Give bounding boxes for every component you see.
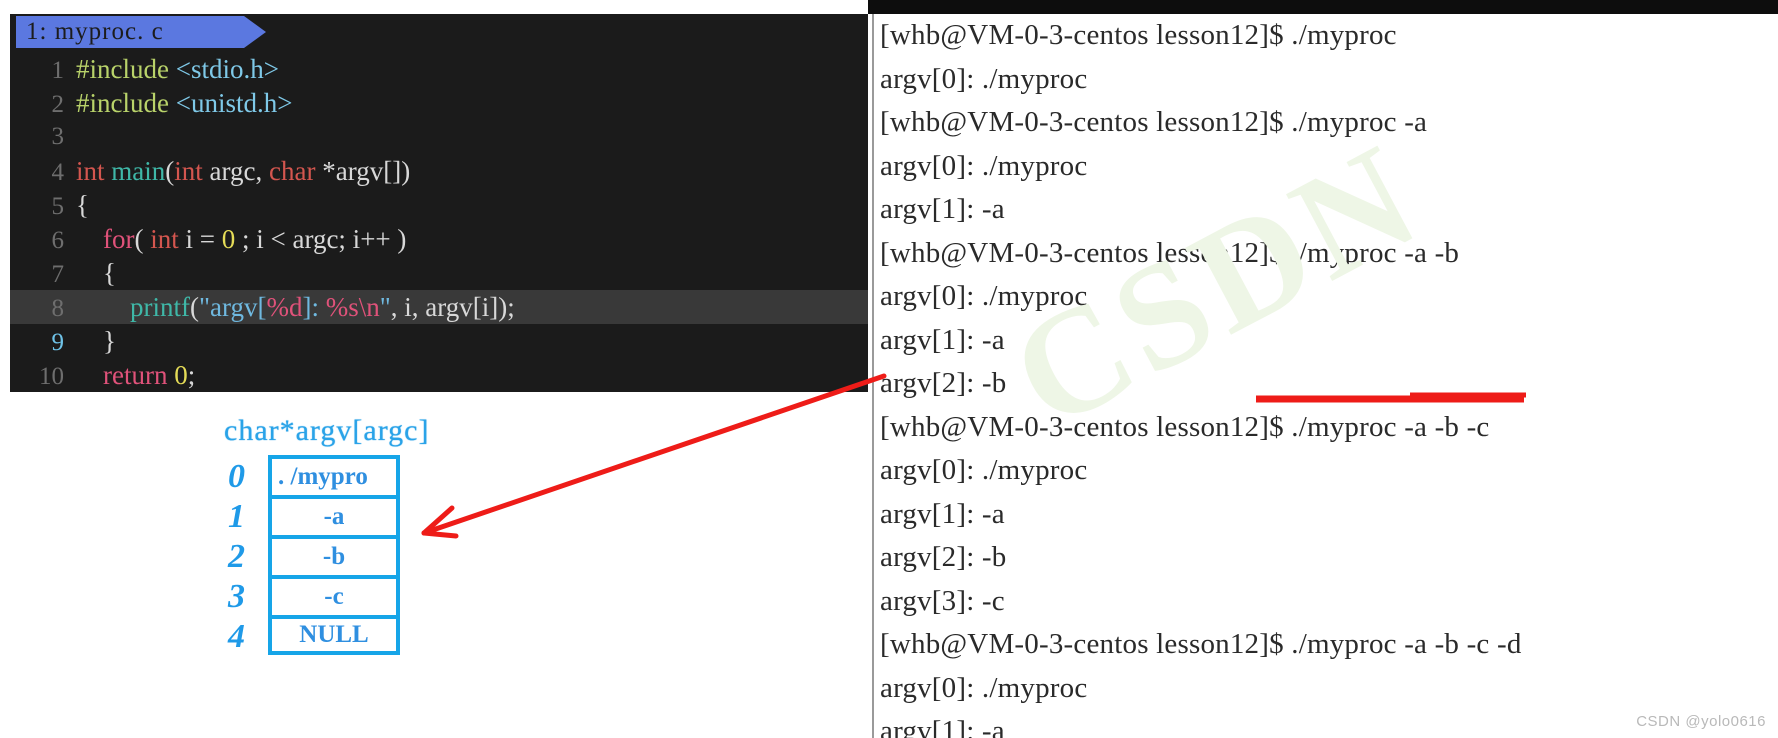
array-index-0: 0 [228,458,245,495]
line-content: { [76,258,116,288]
line-number-current: 9 [51,329,65,356]
left-pane: 1: myproc. c 1 #include <stdio.h> 2 #inc… [0,0,868,738]
terminal-line: argv[1]: -a [880,497,1005,530]
terminal-line: [whb@VM-0-3-centos lesson12]$ ./myproc -… [880,628,1522,660]
line-content: #include <unistd.h> [76,88,293,118]
line-number: 8 [51,295,65,322]
code-line: 9 } [10,324,868,358]
line-number: 1 [51,57,65,84]
terminal-output-panel[interactable]: [whb@VM-0-3-centos lesson12]$ ./myproc a… [870,14,1778,738]
array-cell: . /mypro [268,455,400,495]
terminal-line: argv[3]: -c [880,584,1005,617]
code-line: 7 { [10,256,868,290]
terminal-line: argv[0]: ./myproc [880,62,1088,95]
terminal-line: [whb@VM-0-3-centos lesson12]$ ./myproc -… [880,410,1490,443]
code-line: 4 int main(int argc, char *argv[]) [10,154,868,188]
terminal-line: [whb@VM-0-3-centos lesson12]$ ./myproc [880,19,1397,51]
code-area[interactable]: 1 #include <stdio.h> 2 #include <unistd.… [10,50,868,392]
line-number: 3 [51,123,65,150]
array-index-2: 2 [228,538,245,575]
code-line-highlighted: 8 printf("argv[%d]: %s\n", i, argv[i]); [10,290,868,324]
diagram-title: char*argv[argc] [224,414,430,447]
line-content: return 0; [103,360,196,390]
array-cell: -b [268,535,400,575]
line-number: 6 [51,227,65,254]
terminal-left-rule [872,14,874,738]
csdn-watermark: CSDN @yolo0616 [1636,713,1766,730]
line-number: 7 [51,261,65,288]
line-content: for( int i = 0 ; i < argc; i++ ) [103,224,407,254]
line-number: 10 [39,363,64,390]
terminal-line: argv[2]: -b [880,541,1007,573]
argv-diagram: char*argv[argc] 0 1 2 3 4 . /mypro -a -b… [0,392,868,738]
array-index-4: 4 [228,618,245,655]
code-line: 10 return 0; [10,358,868,392]
line-number: 2 [51,91,65,118]
code-line: 6 for( int i = 0 ; i < argc; i++ ) [10,222,868,256]
terminal-line: argv[0]: ./myproc [880,671,1088,704]
line-number: 5 [51,193,65,220]
code-line: 3 [10,120,868,154]
code-editor[interactable]: 1: myproc. c 1 #include <stdio.h> 2 #inc… [10,14,868,392]
code-line: 5 { [10,188,868,222]
array-index-3: 3 [228,578,245,615]
array-cell: -a [268,495,400,535]
line-number: 4 [51,159,65,186]
line-content: printf("argv[%d]: %s\n", i, argv[i]); [130,292,515,322]
array-index-1: 1 [228,498,245,535]
array-cell: -c [268,575,400,615]
argv-array-table: . /mypro -a -b -c NULL [268,455,400,655]
line-content: int main(int argc, char *argv[]) [76,156,411,186]
terminal-line: argv[0]: ./myproc [880,454,1088,486]
editor-tab-label: 1: myproc. c [26,18,164,45]
terminal-line: argv[2]: -b [880,367,1007,399]
editor-tab-myproc-c[interactable]: 1: myproc. c [16,16,266,48]
array-cell: NULL [268,615,400,655]
code-line: 2 #include <unistd.h> [10,86,868,120]
line-content: { [76,190,89,220]
line-content: } [76,326,116,356]
code-line: 1 #include <stdio.h> [10,52,868,86]
screenshot-root: 1: myproc. c 1 #include <stdio.h> 2 #inc… [0,0,1778,738]
line-content: #include <stdio.h> [76,54,279,84]
